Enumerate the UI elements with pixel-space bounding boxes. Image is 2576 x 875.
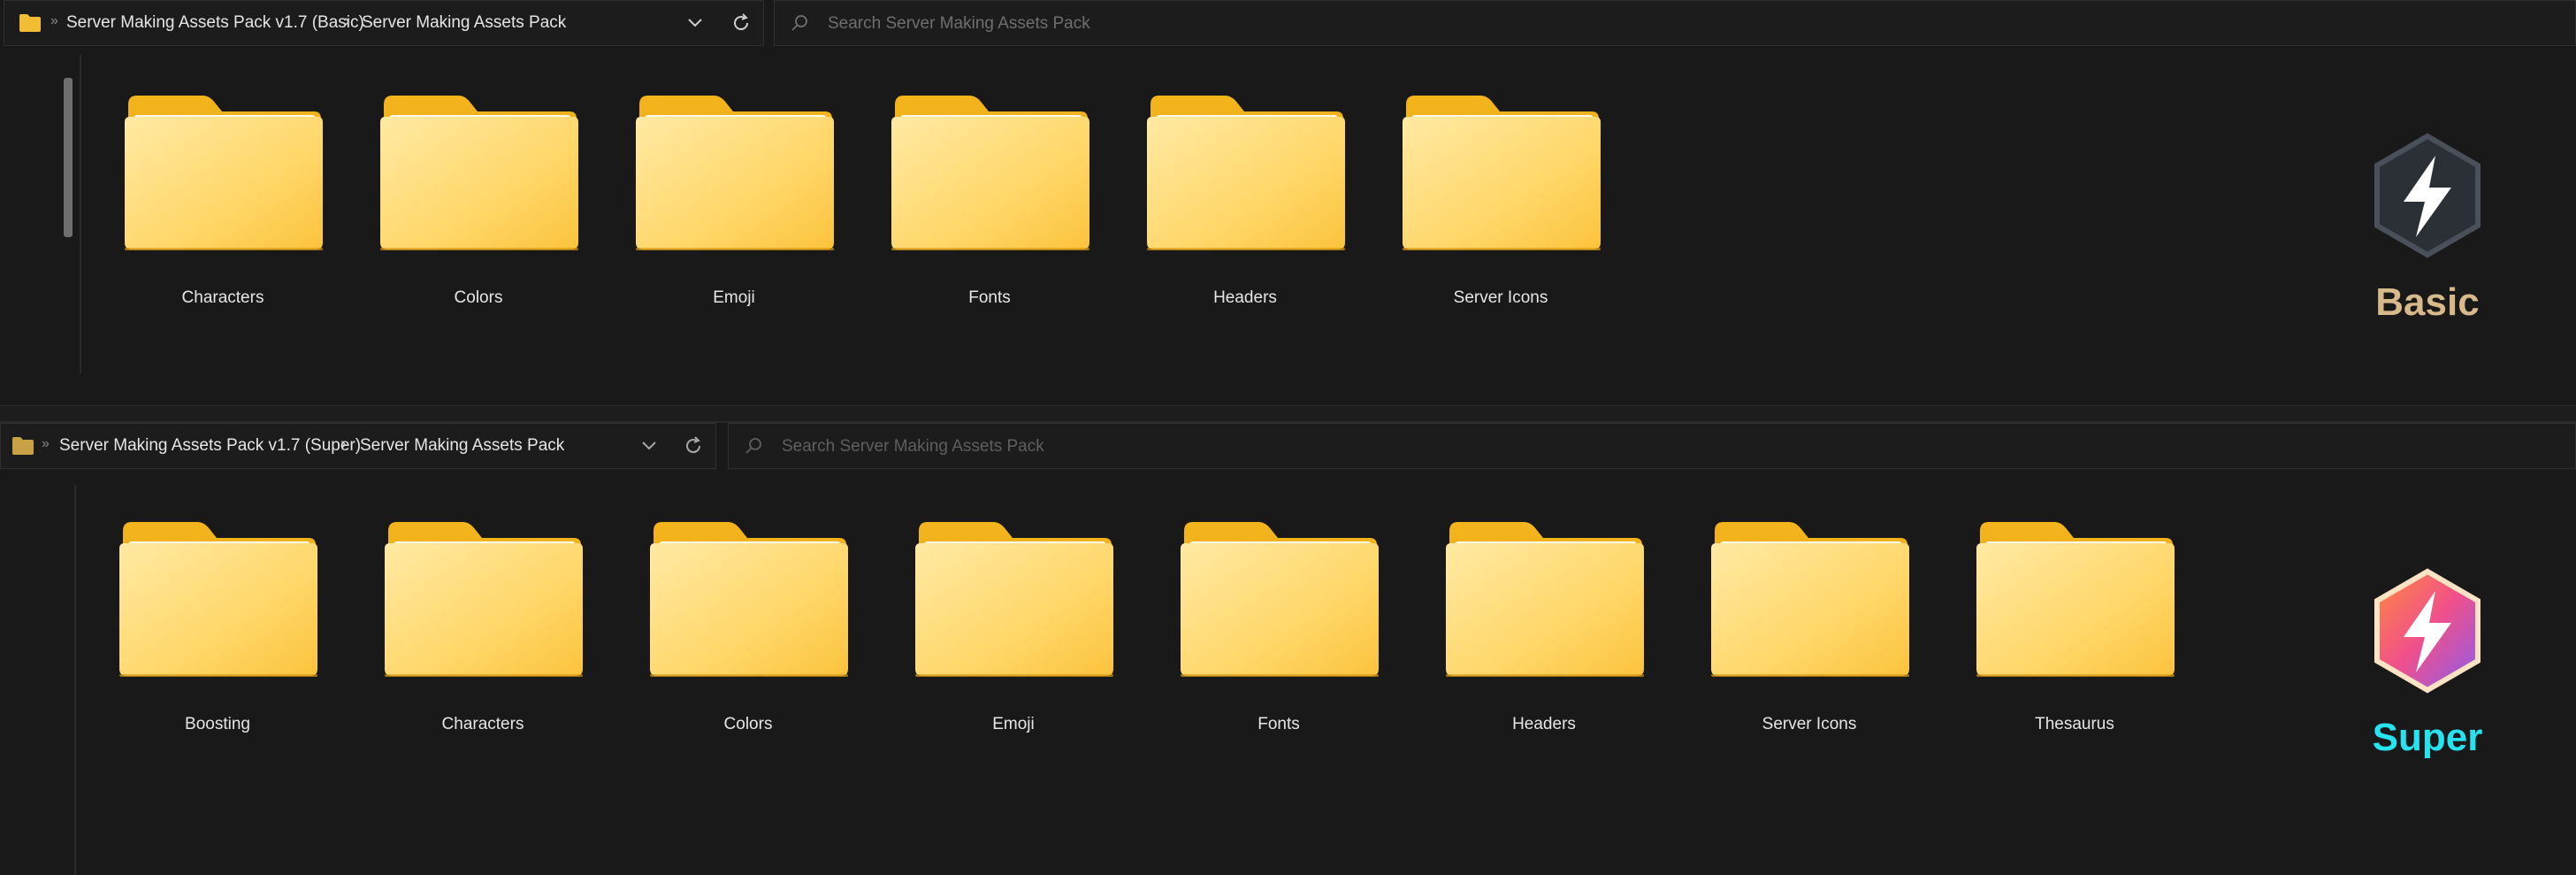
folder-label: Emoji — [992, 715, 1035, 733]
chevron-down-icon[interactable] — [682, 10, 708, 36]
overflow-glyph: » — [42, 436, 50, 451]
lightning-hexagon-icon — [2374, 133, 2480, 258]
folder-icon — [381, 518, 585, 678]
folder-icon — [121, 92, 325, 251]
window-separator — [0, 405, 2576, 423]
folder-label: Thesaurus — [2035, 715, 2114, 733]
explorer-toolbar: » Server Making Assets Pack v1.7 (Super)… — [0, 423, 2576, 469]
overflow-glyph: » — [50, 13, 58, 28]
explorer-window-basic: » Server Making Assets Pack v1.7 (Basic)… — [0, 0, 2576, 405]
folder-label: Colors — [454, 288, 503, 307]
lightning-hexagon-icon — [2374, 568, 2480, 694]
folder-icon — [1399, 92, 1602, 251]
folder-icon — [1177, 518, 1380, 678]
folder-label: Headers — [1213, 288, 1277, 307]
folder-item[interactable]: Server Icons — [1395, 92, 1607, 308]
folder-item[interactable]: Thesaurus — [1968, 518, 2181, 734]
search-icon — [745, 438, 761, 454]
badge-super: Super — [2348, 568, 2507, 760]
badge-title: Super — [2372, 716, 2483, 759]
folder-label: Headers — [1512, 715, 1576, 733]
chevron-down-icon[interactable] — [636, 433, 662, 459]
folder-item[interactable]: Emoji — [907, 518, 1120, 734]
breadcrumb-root[interactable]: Server Making Assets Pack v1.7 (Basic) — [66, 13, 364, 33]
folder-item[interactable]: Headers — [1139, 92, 1351, 308]
breadcrumb-separator: › — [344, 12, 350, 31]
folder-icon — [1973, 518, 2176, 678]
explorer-toolbar: » Server Making Assets Pack v1.7 (Basic)… — [0, 0, 2576, 46]
search-icon — [791, 15, 807, 31]
folder-label: Colors — [723, 715, 773, 733]
folder-icon — [377, 92, 580, 251]
folder-item[interactable]: Characters — [377, 518, 589, 734]
folder-icon — [116, 518, 319, 678]
folder-item[interactable]: Characters — [117, 92, 329, 308]
folder-label: Fonts — [1257, 715, 1300, 733]
folder-item[interactable]: Boosting — [111, 518, 324, 734]
breadcrumb-separator: › — [340, 434, 347, 454]
refresh-icon[interactable] — [680, 433, 707, 459]
folder-label: Emoji — [713, 288, 755, 307]
folder-item[interactable]: Colors — [642, 518, 854, 734]
folder-item[interactable]: Emoji — [628, 92, 840, 308]
refresh-icon[interactable] — [728, 10, 754, 36]
breadcrumb-child[interactable]: Server Making Assets Pack — [360, 436, 564, 456]
folder-item[interactable]: Server Icons — [1703, 518, 1915, 734]
address-bar[interactable]: » Server Making Assets Pack v1.7 (Basic)… — [4, 0, 764, 46]
folder-icon — [19, 14, 41, 32]
search-placeholder: Search Server Making Assets Pack — [828, 14, 1090, 33]
folder-icon — [1143, 92, 1347, 251]
address-bar[interactable]: » Server Making Assets Pack v1.7 (Super)… — [0, 423, 716, 469]
badge-title: Basic — [2375, 280, 2480, 324]
nav-pane-divider[interactable] — [80, 55, 81, 373]
folder-icon — [646, 518, 850, 678]
nav-pane-divider[interactable] — [74, 485, 76, 875]
folder-item[interactable]: Colors — [372, 92, 585, 308]
breadcrumb-child[interactable]: Server Making Assets Pack — [362, 13, 566, 33]
search-input[interactable]: Search Server Making Assets Pack — [728, 423, 2576, 469]
folder-label: Boosting — [185, 715, 250, 733]
search-placeholder: Search Server Making Assets Pack — [782, 437, 1044, 456]
folder-icon — [632, 92, 836, 251]
badge-basic: Basic — [2348, 133, 2507, 325]
folder-icon — [912, 518, 1115, 678]
folder-item[interactable]: Fonts — [883, 92, 1096, 308]
folder-item[interactable]: Headers — [1438, 518, 1650, 734]
folder-icon — [1442, 518, 1646, 678]
search-input[interactable]: Search Server Making Assets Pack — [774, 0, 2576, 46]
folder-icon — [12, 437, 34, 455]
folder-label: Server Icons — [1762, 715, 1857, 733]
folder-label: Characters — [181, 288, 264, 307]
folder-item[interactable]: Fonts — [1173, 518, 1385, 734]
folder-label: Server Icons — [1453, 288, 1548, 307]
folder-label: Fonts — [968, 288, 1011, 307]
nav-pane-scrollbar[interactable] — [64, 78, 73, 237]
explorer-window-super: » Server Making Assets Pack v1.7 (Super)… — [0, 421, 2576, 875]
folder-icon — [888, 92, 1091, 251]
folder-icon — [1708, 518, 1911, 678]
breadcrumb-root[interactable]: Server Making Assets Pack v1.7 (Super) — [59, 436, 361, 456]
folder-label: Characters — [441, 715, 524, 733]
